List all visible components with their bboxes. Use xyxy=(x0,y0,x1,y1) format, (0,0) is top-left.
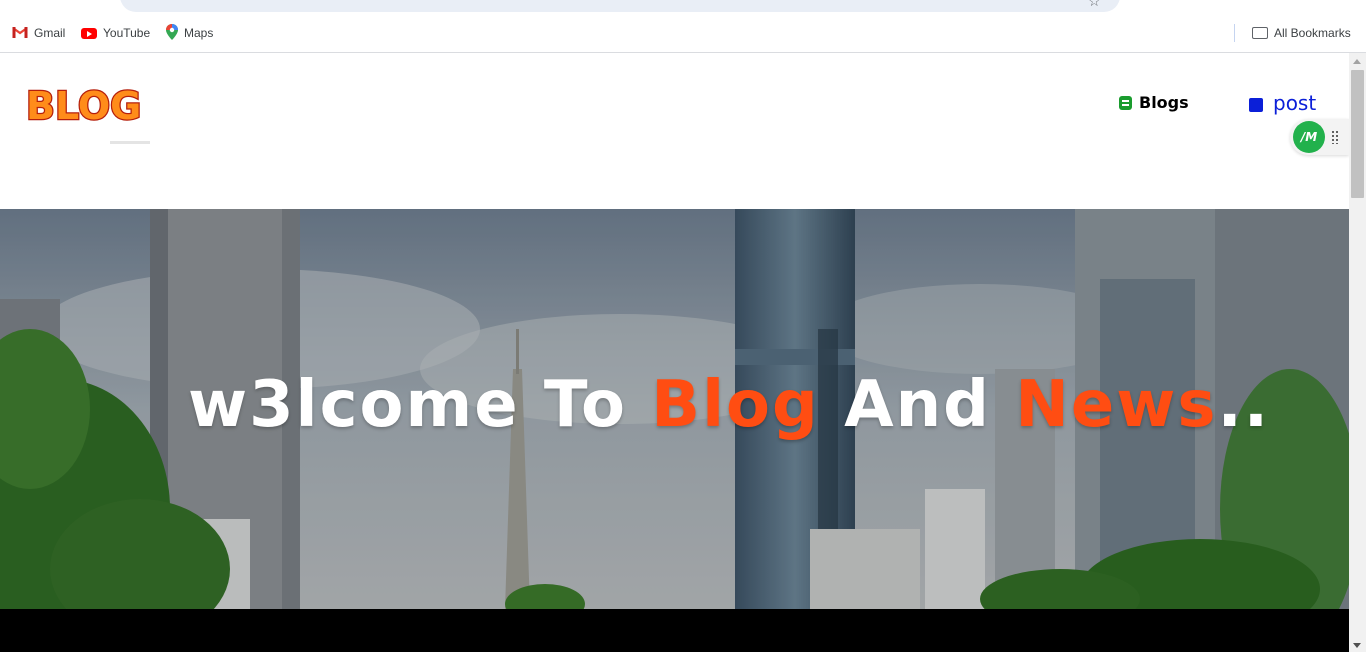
page-viewport: BLOG Blogs post /M w3lcome To Blog And N… xyxy=(0,53,1349,652)
maps-icon xyxy=(166,23,178,43)
hero-title-part: And xyxy=(819,368,1016,442)
scrollbar-thumb[interactable] xyxy=(1351,70,1364,198)
scroll-up-arrow-icon[interactable] xyxy=(1353,59,1361,64)
bookmarks-separator xyxy=(1234,24,1235,42)
nav-blogs-link[interactable]: Blogs xyxy=(1119,93,1189,112)
dark-section xyxy=(0,609,1349,652)
site-logo[interactable]: BLOG xyxy=(24,83,143,131)
nav-blogs-label: Blogs xyxy=(1139,93,1189,112)
gmail-icon xyxy=(12,26,28,41)
logo-text: BLOG xyxy=(26,84,140,127)
logo-tagline xyxy=(110,141,150,144)
scroll-down-arrow-icon[interactable] xyxy=(1353,643,1361,648)
nav-post-link[interactable]: post xyxy=(1249,91,1316,115)
youtube-icon xyxy=(81,27,97,39)
drag-handle-icon[interactable] xyxy=(1331,130,1339,144)
bookmark-label: YouTube xyxy=(103,26,151,40)
blogs-icon xyxy=(1119,95,1132,110)
hero-title-accent-news: News xyxy=(1015,368,1218,442)
hero-title-accent-blog: Blog xyxy=(651,368,820,442)
bookmark-label: Gmail xyxy=(34,26,66,40)
bookmark-gmail[interactable]: Gmail xyxy=(12,23,65,43)
hero-title: w3lcome To Blog And News.. xyxy=(0,368,1349,442)
logo-image: BLOG xyxy=(25,83,143,130)
address-bar[interactable] xyxy=(120,0,1120,12)
bookmark-maps[interactable]: Maps xyxy=(166,23,213,43)
extension-badge[interactable]: /M xyxy=(1293,121,1325,153)
nav-post-label: post xyxy=(1273,91,1317,115)
bookmark-youtube[interactable]: YouTube xyxy=(81,23,150,43)
bookmark-label: Maps xyxy=(184,26,214,40)
hero-title-dots: .. xyxy=(1217,368,1271,442)
folder-icon xyxy=(1252,27,1268,39)
bookmarks-bar: Gmail YouTube Maps All Bookmarks xyxy=(0,14,1366,53)
address-bar-strip: ☆ xyxy=(0,0,1366,14)
all-bookmarks-button[interactable]: All Bookmarks xyxy=(1252,23,1351,43)
hero-title-part: w3lcome To xyxy=(188,368,652,442)
page-scrollbar[interactable] xyxy=(1349,53,1366,652)
bookmark-star-icon[interactable]: ☆ xyxy=(1088,0,1101,10)
extension-widget[interactable]: /M xyxy=(1290,119,1349,155)
all-bookmarks-label: All Bookmarks xyxy=(1274,26,1351,40)
edit-icon xyxy=(1249,98,1263,112)
